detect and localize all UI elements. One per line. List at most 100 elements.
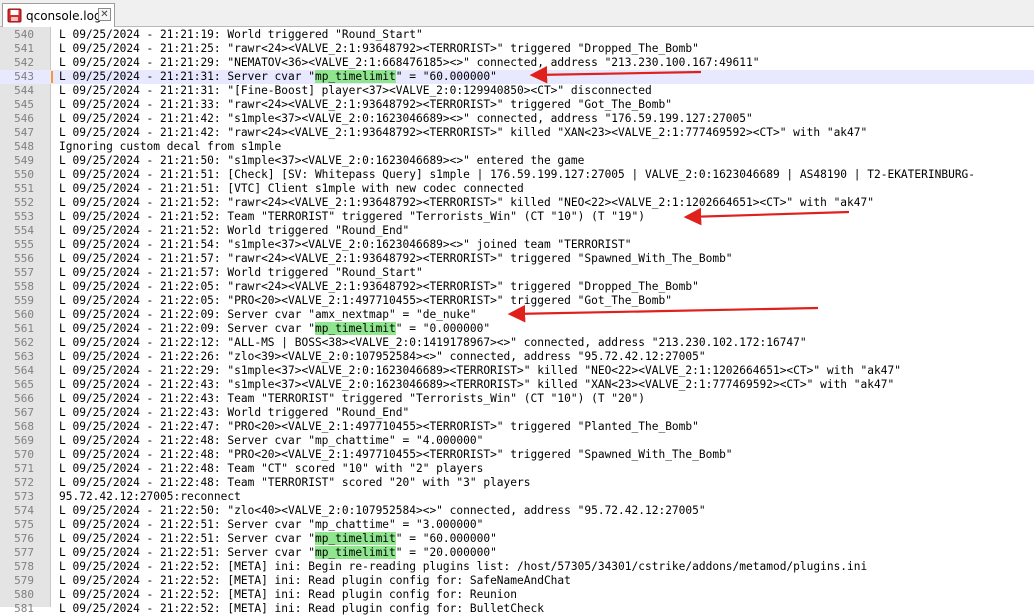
line-number: 576 xyxy=(14,532,34,545)
line-number: 563 xyxy=(14,350,34,363)
text-segment: L 09/25/2024 - 21:22:51: Server cvar " xyxy=(59,532,315,545)
text-segment: L 09/25/2024 - 21:22:52: [META] ini: Rea… xyxy=(59,588,518,601)
log-line[interactable]: 569 L 09/25/2024 - 21:22:48: Server cvar … xyxy=(0,434,1034,448)
close-icon[interactable]: ✕ xyxy=(98,8,111,21)
line-number: 555 xyxy=(14,238,34,251)
text-segment: L 09/25/2024 - 21:21:57: "rawr<24><VALVE… xyxy=(59,252,733,265)
log-line[interactable]: 570 L 09/25/2024 - 21:22:48: "PRO<20><VAL… xyxy=(0,448,1034,462)
text-segment: 95.72.42.12:27005:reconnect xyxy=(59,490,241,503)
line-text: L 09/25/2024 - 21:21:51: [VTC] Client s1… xyxy=(59,182,524,196)
log-line[interactable]: 547 L 09/25/2024 - 21:21:42: "rawr<24><VA… xyxy=(0,126,1034,140)
log-line[interactable]: 572 L 09/25/2024 - 21:22:48: Team "TERROR… xyxy=(0,476,1034,490)
line-number: 569 xyxy=(14,434,34,447)
log-line[interactable]: 568 L 09/25/2024 - 21:22:47: "PRO<20><VAL… xyxy=(0,420,1034,434)
log-line[interactable]: 573 95.72.42.12:27005:reconnect xyxy=(0,490,1034,504)
log-line[interactable]: 577 L 09/25/2024 - 21:22:51: Server cvar … xyxy=(0,546,1034,560)
line-text: L 09/25/2024 - 21:21:19: World triggered… xyxy=(59,28,423,42)
text-segment: L 09/25/2024 - 21:21:52: "rawr<24><VALVE… xyxy=(59,196,874,209)
line-text: L 09/25/2024 - 21:22:52: [META] ini: Rea… xyxy=(59,588,517,602)
log-line[interactable]: 578 L 09/25/2024 - 21:22:52: [META] ini: … xyxy=(0,560,1034,574)
log-line[interactable]: 552 L 09/25/2024 - 21:21:52: "rawr<24><VA… xyxy=(0,196,1034,210)
log-line[interactable]: 549 L 09/25/2024 - 21:21:50: "s1mple<37><… xyxy=(0,154,1034,168)
log-line[interactable]: 546 L 09/25/2024 - 21:21:42: "s1mple<37><… xyxy=(0,112,1034,126)
line-text: L 09/25/2024 - 21:22:43: "s1mple<37><VAL… xyxy=(59,378,894,392)
log-line[interactable]: 571 L 09/25/2024 - 21:22:48: Team "CT" sc… xyxy=(0,462,1034,476)
line-text: L 09/25/2024 - 21:21:25: "rawr<24><VALVE… xyxy=(59,42,699,56)
line-number: 552 xyxy=(14,196,34,209)
line-text: L 09/25/2024 - 21:22:09: Server cvar "am… xyxy=(59,308,477,322)
text-segment: L 09/25/2024 - 21:22:09: Server cvar " xyxy=(59,322,315,335)
line-text: L 09/25/2024 - 21:21:57: "rawr<24><VALVE… xyxy=(59,252,733,266)
line-number: 545 xyxy=(14,98,34,111)
text-segment: L 09/25/2024 - 21:21:31: "[Fine-Boost] p… xyxy=(59,84,652,97)
line-text: L 09/25/2024 - 21:21:42: "rawr<24><VALVE… xyxy=(59,126,867,140)
text-segment: L 09/25/2024 - 21:22:48: Server cvar "mp… xyxy=(59,434,484,447)
text-segment: L 09/25/2024 - 21:22:48: "PRO<20><VALVE_… xyxy=(59,448,733,461)
log-line[interactable]: 561 L 09/25/2024 - 21:22:09: Server cvar … xyxy=(0,322,1034,336)
log-line[interactable]: 542 L 09/25/2024 - 21:21:29: "NEMATOV<36>… xyxy=(0,56,1034,70)
log-line[interactable]: 550 L 09/25/2024 - 21:21:51: [Check] [SV:… xyxy=(0,168,1034,182)
log-line[interactable]: 544 L 09/25/2024 - 21:21:31: "[Fine-Boost… xyxy=(0,84,1034,98)
text-segment: L 09/25/2024 - 21:22:43: "s1mple<37><VAL… xyxy=(59,378,895,391)
editor-lines: 540 L 09/25/2024 - 21:21:19: World trigge… xyxy=(0,27,1034,616)
log-line[interactable]: 565 L 09/25/2024 - 21:22:43: "s1mple<37><… xyxy=(0,378,1034,392)
log-line[interactable]: 541 L 09/25/2024 - 21:21:25: "rawr<24><VA… xyxy=(0,42,1034,56)
text-segment: " = "20.000000" xyxy=(395,546,497,559)
line-text: L 09/25/2024 - 21:22:05: "PRO<20><VALVE_… xyxy=(59,294,672,308)
line-number: 572 xyxy=(14,476,34,489)
log-line[interactable]: 548 Ignoring custom decal from s1mple xyxy=(0,140,1034,154)
line-text: L 09/25/2024 - 21:21:31: "[Fine-Boost] p… xyxy=(59,84,652,98)
tab-title: qconsole.log xyxy=(26,8,102,23)
text-segment: " = "0.000000" xyxy=(395,322,491,335)
line-number: 548 xyxy=(14,140,34,153)
line-number: 567 xyxy=(14,406,34,419)
line-text: L 09/25/2024 - 21:22:43: Team "TERRORIST… xyxy=(59,392,645,406)
log-line[interactable]: 556 L 09/25/2024 - 21:21:57: "rawr<24><VA… xyxy=(0,252,1034,266)
text-segment: L 09/25/2024 - 21:21:51: [Check] [SV: Wh… xyxy=(59,168,976,181)
line-number: 550 xyxy=(14,168,34,181)
search-highlight: mp_timelimit xyxy=(314,532,396,545)
line-text: L 09/25/2024 - 21:21:42: "s1mple<37><VAL… xyxy=(59,112,753,126)
line-text: L 09/25/2024 - 21:21:54: "s1mple<37><VAL… xyxy=(59,238,632,252)
line-number: 556 xyxy=(14,252,34,265)
log-line[interactable]: 558 L 09/25/2024 - 21:22:05: "rawr<24><VA… xyxy=(0,280,1034,294)
text-segment: L 09/25/2024 - 21:22:26: "zlo<39><VALVE_… xyxy=(59,350,706,363)
log-line[interactable]: 543 L 09/25/2024 - 21:21:31: Server cvar … xyxy=(0,70,1034,84)
log-line[interactable]: 574 L 09/25/2024 - 21:22:50: "zlo<40><VAL… xyxy=(0,504,1034,518)
log-line[interactable]: 553 L 09/25/2024 - 21:21:52: Team "TERROR… xyxy=(0,210,1034,224)
line-number: 557 xyxy=(14,266,34,279)
log-line[interactable]: 540 L 09/25/2024 - 21:21:19: World trigge… xyxy=(0,28,1034,42)
tab-qconsole-log[interactable]: qconsole.log ✕ xyxy=(2,3,115,27)
log-line[interactable]: 580 L 09/25/2024 - 21:22:52: [META] ini: … xyxy=(0,588,1034,602)
log-line[interactable]: 564 L 09/25/2024 - 21:22:29: "s1mple<37><… xyxy=(0,364,1034,378)
log-line[interactable]: 579 L 09/25/2024 - 21:22:52: [META] ini: … xyxy=(0,574,1034,588)
log-line[interactable]: 551 L 09/25/2024 - 21:21:51: [VTC] Client… xyxy=(0,182,1034,196)
log-line[interactable]: 581 L 09/25/2024 - 21:22:52: [META] ini: … xyxy=(0,602,1034,616)
line-text: L 09/25/2024 - 21:21:31: Server cvar "mp… xyxy=(59,70,497,84)
text-segment: L 09/25/2024 - 21:21:33: "rawr<24><VALVE… xyxy=(59,98,672,111)
log-line[interactable]: 560 L 09/25/2024 - 21:22:09: Server cvar … xyxy=(0,308,1034,322)
log-line[interactable]: 557 L 09/25/2024 - 21:21:57: World trigge… xyxy=(0,266,1034,280)
line-number: 571 xyxy=(14,462,34,475)
log-line[interactable]: 563 L 09/25/2024 - 21:22:26: "zlo<39><VAL… xyxy=(0,350,1034,364)
log-line[interactable]: 566 L 09/25/2024 - 21:22:43: Team "TERROR… xyxy=(0,392,1034,406)
log-line[interactable]: 559 L 09/25/2024 - 21:22:05: "PRO<20><VAL… xyxy=(0,294,1034,308)
line-number: 542 xyxy=(14,56,34,69)
log-line[interactable]: 576 L 09/25/2024 - 21:22:51: Server cvar … xyxy=(0,532,1034,546)
text-segment: " = "60.000000" xyxy=(395,532,497,545)
log-line[interactable]: 555 L 09/25/2024 - 21:21:54: "s1mple<37><… xyxy=(0,238,1034,252)
text-segment: L 09/25/2024 - 21:22:05: "rawr<24><VALVE… xyxy=(59,280,699,293)
text-editor[interactable]: 540 L 09/25/2024 - 21:21:19: World trigge… xyxy=(0,27,1034,615)
line-text: L 09/25/2024 - 21:21:52: Team "TERRORIST… xyxy=(59,210,645,224)
log-line[interactable]: 545 L 09/25/2024 - 21:21:33: "rawr<24><VA… xyxy=(0,98,1034,112)
log-line[interactable]: 575 L 09/25/2024 - 21:22:51: Server cvar … xyxy=(0,518,1034,532)
line-text: L 09/25/2024 - 21:22:48: Team "CT" score… xyxy=(59,462,483,476)
line-number: 580 xyxy=(14,588,34,601)
log-line[interactable]: 567 L 09/25/2024 - 21:22:43: World trigge… xyxy=(0,406,1034,420)
text-segment: L 09/25/2024 - 21:21:54: "s1mple<37><VAL… xyxy=(59,238,632,251)
log-line[interactable]: 554 L 09/25/2024 - 21:21:52: World trigge… xyxy=(0,224,1034,238)
line-number: 546 xyxy=(14,112,34,125)
line-number: 559 xyxy=(14,294,34,307)
line-number: 578 xyxy=(14,560,34,573)
log-line[interactable]: 562 L 09/25/2024 - 21:22:12: "ALL-MS | BO… xyxy=(0,336,1034,350)
